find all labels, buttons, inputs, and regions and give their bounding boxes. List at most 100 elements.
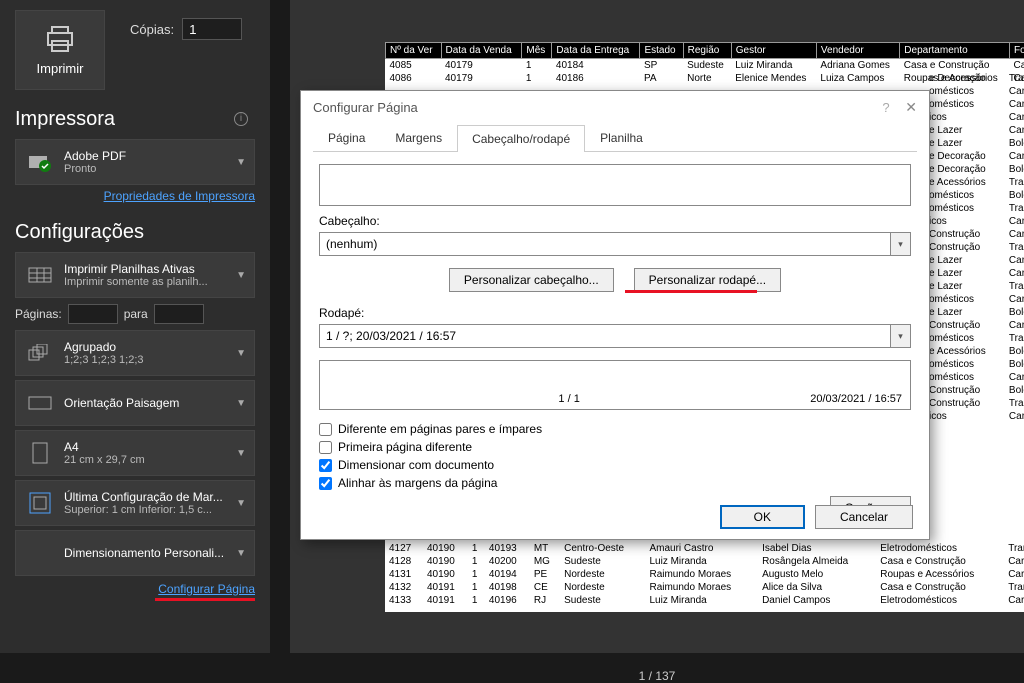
header-select[interactable]: (nenhum) xyxy=(319,232,891,256)
print-what-line2: Imprimir somente as planilh... xyxy=(64,276,230,288)
diff-first-label: Primeira página diferente xyxy=(338,440,472,454)
printer-icon xyxy=(43,25,77,53)
margins-dropdown[interactable]: Última Configuração de Mar... Superior: … xyxy=(15,480,255,526)
paper-line1: A4 xyxy=(64,440,230,454)
table-row: ConstruçãoCarta xyxy=(925,319,1024,332)
printer-status-icon xyxy=(24,146,56,178)
align-margins-checkbox[interactable] xyxy=(319,477,332,490)
printer-properties-link[interactable]: Propriedades de Impressora xyxy=(104,189,255,203)
custom-footer-button[interactable]: Personalizar rodapé... xyxy=(634,268,781,292)
print-what-line1: Imprimir Planilhas Ativas xyxy=(64,262,230,276)
paper-icon xyxy=(24,437,56,469)
dialog-body: Cabeçalho: (nenhum) ▾ Personalizar cabeç… xyxy=(301,152,929,532)
annotation-underline xyxy=(155,598,255,601)
table-row: omésticosTran xyxy=(925,332,1024,345)
orientation-dropdown[interactable]: Orientação Paisagem ▼ xyxy=(15,380,255,426)
chevron-down-icon: ▼ xyxy=(236,448,246,459)
print-button[interactable]: Imprimir xyxy=(15,10,105,90)
table-row: 413340191140196RJSudesteLuiz MirandaDani… xyxy=(385,594,1024,607)
print-what-dropdown[interactable]: Imprimir Planilhas Ativas Imprimir somen… xyxy=(15,252,255,298)
footer-select[interactable]: 1 / ?; 20/03/2021 / 16:57 xyxy=(319,324,891,348)
footer-select-arrow[interactable]: ▾ xyxy=(891,324,911,348)
table-header: Data da Venda xyxy=(441,43,522,59)
collate-dropdown[interactable]: Agrupado 1;2;3 1;2;3 1;2;3 ▼ xyxy=(15,330,255,376)
table-header: Data da Entrega xyxy=(552,43,640,59)
close-icon[interactable]: ✕ xyxy=(905,99,917,115)
table-row: omésticosBole xyxy=(925,358,1024,371)
info-icon[interactable]: i xyxy=(234,112,248,126)
ok-button[interactable]: OK xyxy=(720,505,805,529)
footer-preview: 1 / 1 20/03/2021 / 16:57 xyxy=(319,360,911,410)
scale-doc-checkbox[interactable] xyxy=(319,459,332,472)
table-header: Forn xyxy=(1009,43,1024,59)
print-backstage-panel: Imprimir Cópias: Impressora i Adobe PDF … xyxy=(0,0,270,653)
table-header: Região xyxy=(683,43,731,59)
header-label: Cabeçalho: xyxy=(319,214,911,228)
table-row: 408540179140184SPSudesteLuiz MirandaAdri… xyxy=(386,59,1024,73)
collate-icon xyxy=(24,337,56,369)
table-header: Estado xyxy=(640,43,683,59)
annotation-underline-footer-btn xyxy=(625,290,757,293)
tab-margins[interactable]: Margens xyxy=(380,124,457,151)
pages-label: Páginas: xyxy=(15,307,62,321)
table-row: omésticosCarta xyxy=(925,371,1024,384)
tab-page[interactable]: Página xyxy=(313,124,380,151)
tab-header-footer[interactable]: Cabeçalho/rodapé xyxy=(457,125,585,152)
chevron-down-icon: ▼ xyxy=(236,498,246,509)
dialog-title-text: Configurar Página xyxy=(313,100,418,115)
table-row: omésticosCarta xyxy=(925,293,1024,306)
table-row: e LazerTran xyxy=(925,280,1024,293)
collate-line2: 1;2;3 1;2;3 1;2;3 xyxy=(64,354,230,366)
diff-odd-even-checkbox[interactable] xyxy=(319,423,332,436)
printer-section-title: Impressora xyxy=(15,108,255,131)
dialog-tabs: Página Margens Cabeçalho/rodapé Planilha xyxy=(313,124,917,152)
table-row: omésticosCarta xyxy=(925,98,1024,111)
landscape-icon xyxy=(24,387,56,419)
custom-header-button[interactable]: Personalizar cabeçalho... xyxy=(449,268,614,292)
side-overflow-column: e DecoraçãoTranomésticosCartaomésticosCa… xyxy=(925,72,1024,423)
page-setup-link[interactable]: Configurar Página xyxy=(158,582,255,596)
diff-first-checkbox[interactable] xyxy=(319,441,332,454)
table-header: Mês xyxy=(522,43,552,59)
table-row: e DecoraçãoBole xyxy=(925,163,1024,176)
table-row: omésticosBole xyxy=(925,189,1024,202)
sheets-icon xyxy=(24,259,56,291)
print-button-label: Imprimir xyxy=(37,61,84,76)
paper-line2: 21 cm x 29,7 cm xyxy=(64,454,230,466)
table-row: icosCarta xyxy=(925,410,1024,423)
table-row: icosCarta xyxy=(925,111,1024,124)
settings-section-title: Configurações xyxy=(15,221,255,244)
dialog-help-icon[interactable]: ? xyxy=(882,100,889,115)
table-row: e DecoraçãoCarta xyxy=(925,150,1024,163)
page-indicator: 1 / 137 xyxy=(639,669,676,683)
copies-input[interactable] xyxy=(182,18,242,40)
margins-line2: Superior: 1 cm Inferior: 1,5 c... xyxy=(64,504,230,516)
table-header: Vendedor xyxy=(816,43,899,59)
table-row: ConstruçãoCarta xyxy=(925,228,1024,241)
cancel-button[interactable]: Cancelar xyxy=(815,505,913,529)
bottom-rows: 412740190140193MTCentro-OesteAmauri Cast… xyxy=(385,542,1024,607)
printer-name: Adobe PDF xyxy=(64,149,230,163)
paper-dropdown[interactable]: A4 21 cm x 29,7 cm ▼ xyxy=(15,430,255,476)
collate-line1: Agrupado xyxy=(64,340,230,354)
printer-dropdown[interactable]: Adobe PDF Pronto ▼ xyxy=(15,139,255,185)
table-row: e AcessóriosTran xyxy=(925,176,1024,189)
table-row: ConstruçãoTran xyxy=(925,397,1024,410)
pages-to-input[interactable] xyxy=(154,304,204,324)
margins-icon xyxy=(24,487,56,519)
table-row: e LazerCarta xyxy=(925,267,1024,280)
chevron-down-icon: ▼ xyxy=(236,348,246,359)
header-select-arrow[interactable]: ▾ xyxy=(891,232,911,256)
table-row: 412840190140200MGSudesteLuiz MirandaRosâ… xyxy=(385,555,1024,568)
table-row: omésticosTran xyxy=(925,202,1024,215)
footer-label: Rodapé: xyxy=(319,306,911,320)
table-row: omésticosCarta xyxy=(925,85,1024,98)
table-row: icosCarta xyxy=(925,215,1024,228)
tab-sheet[interactable]: Planilha xyxy=(585,124,658,151)
pages-from-input[interactable] xyxy=(68,304,118,324)
table-row: 412740190140193MTCentro-OesteAmauri Cast… xyxy=(385,542,1024,555)
dialog-titlebar: Configurar Página ? ✕ xyxy=(301,91,929,124)
table-header: Gestor xyxy=(731,43,816,59)
table-row: e AcessóriosBole xyxy=(925,345,1024,358)
scaling-dropdown[interactable]: Dimensionamento Personali... ▼ xyxy=(15,530,255,576)
